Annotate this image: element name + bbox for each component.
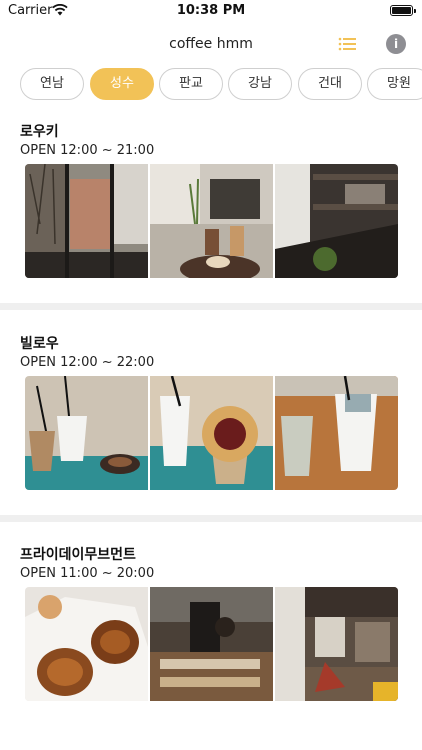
cafe-photo[interactable] [150, 376, 273, 490]
cafe-photo[interactable] [275, 376, 398, 490]
tab-yeonnam[interactable]: 연남 [20, 68, 84, 100]
cafe-hours: OPEN 12:00 ~ 21:00 [20, 143, 155, 158]
tab-kondae[interactable]: 건대 [298, 68, 362, 100]
cafe-photo[interactable] [25, 164, 148, 278]
tab-pangyo[interactable]: 판교 [159, 68, 223, 100]
tab-mangwon[interactable]: 망원 [367, 68, 422, 100]
info-icon[interactable]: i [386, 34, 406, 54]
navigation-bar: coffee hmm i [0, 22, 422, 66]
cafe-name: 빌로우 [20, 336, 59, 352]
cafe-photo[interactable] [25, 376, 148, 490]
cafe-hours: OPEN 11:00 ~ 20:00 [20, 566, 155, 581]
cafe-hours: OPEN 12:00 ~ 22:00 [20, 355, 155, 370]
tab-gangnam[interactable]: 강남 [228, 68, 292, 100]
cafe-name: 로우키 [20, 124, 59, 140]
cafe-photos [25, 164, 398, 278]
cafe-photo[interactable] [25, 587, 148, 701]
cafe-photos [25, 376, 398, 490]
status-time: 10:38 PM [176, 3, 246, 18]
cafe-name: 프라이데이무브먼트 [20, 547, 136, 563]
status-bar: Carrier 10:38 PM [0, 0, 422, 22]
cafe-photos [25, 587, 398, 701]
list-icon[interactable] [336, 34, 360, 54]
cafe-photo[interactable] [275, 164, 398, 278]
battery-icon [390, 5, 416, 16]
section-divider [0, 303, 422, 310]
cafe-photo[interactable] [275, 587, 398, 701]
section-divider [0, 515, 422, 522]
tab-seongsu[interactable]: 성수 [90, 68, 154, 100]
cafe-photo[interactable] [150, 587, 273, 701]
area-tabs: 연남 성수 판교 강남 건대 망원 [0, 68, 422, 102]
cafe-photo[interactable] [150, 164, 273, 278]
